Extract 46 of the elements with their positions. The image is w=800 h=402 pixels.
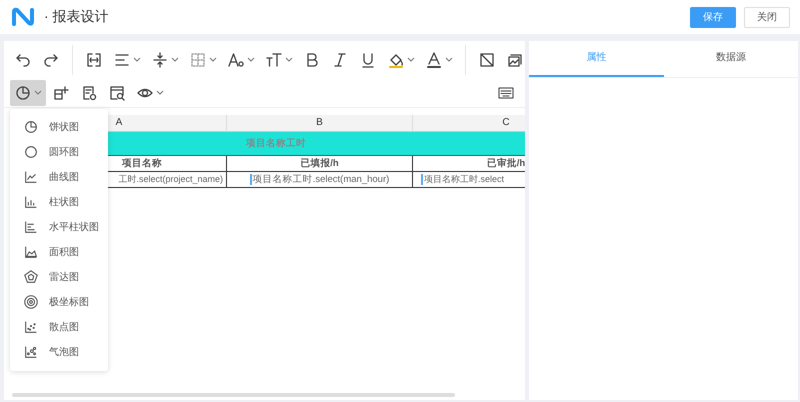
vertical-align-icon bbox=[151, 51, 169, 69]
table-cell: 已填报/h bbox=[227, 156, 413, 172]
pie-chart-icon bbox=[14, 84, 32, 102]
hbar-chart-icon bbox=[23, 218, 39, 234]
font-color-icon bbox=[425, 51, 443, 69]
menu-item[interactable]: 气泡图 bbox=[10, 339, 108, 364]
caret-icon bbox=[209, 57, 217, 63]
borders-icon bbox=[189, 51, 207, 69]
menu-item[interactable]: 水平柱状图 bbox=[10, 214, 108, 239]
caret-icon bbox=[171, 57, 179, 63]
caret-icon bbox=[156, 90, 164, 96]
scatter-chart-icon bbox=[23, 318, 39, 334]
clear-format-icon bbox=[478, 51, 496, 69]
bar-chart-icon bbox=[23, 194, 39, 210]
menu-item[interactable]: 柱状图 bbox=[10, 189, 108, 214]
panel-tab[interactable]: 数据源 bbox=[664, 41, 798, 77]
line-chart-icon bbox=[23, 168, 39, 184]
caret-icon bbox=[133, 57, 141, 63]
caret-icon bbox=[445, 57, 453, 63]
caret-icon bbox=[407, 57, 415, 63]
column-header: C bbox=[413, 115, 525, 131]
caret-icon bbox=[34, 90, 42, 96]
close-button[interactable]: 关闭 bbox=[744, 6, 790, 28]
font-size-icon bbox=[265, 51, 283, 69]
bubble-chart-icon bbox=[23, 344, 39, 360]
table-cell: 项目名称工时.select(man_hour) bbox=[227, 172, 413, 188]
logo-icon bbox=[10, 6, 36, 28]
merge-cells-icon bbox=[85, 51, 103, 69]
page-title: · 报表设计 bbox=[44, 8, 109, 26]
pie-chart-icon bbox=[23, 118, 39, 134]
menu-item[interactable]: 雷达图 bbox=[10, 264, 108, 289]
polar-chart-icon bbox=[23, 294, 39, 310]
preview-icon bbox=[108, 84, 126, 102]
caret-icon bbox=[247, 57, 255, 63]
area-chart-icon bbox=[23, 244, 39, 260]
menu-item[interactable]: 极坐标图 bbox=[10, 289, 108, 314]
font-icon bbox=[227, 51, 245, 69]
chart-button[interactable] bbox=[10, 80, 46, 106]
menu-item[interactable]: 面积图 bbox=[10, 239, 108, 264]
radar-chart-icon bbox=[23, 268, 39, 284]
donut-chart-icon bbox=[23, 144, 39, 160]
column-header: B bbox=[227, 115, 413, 131]
scrollbar[interactable] bbox=[12, 393, 455, 397]
menu-item[interactable]: 散点图 bbox=[10, 314, 108, 339]
caret-icon bbox=[285, 57, 293, 63]
table-insert-icon bbox=[52, 84, 70, 102]
